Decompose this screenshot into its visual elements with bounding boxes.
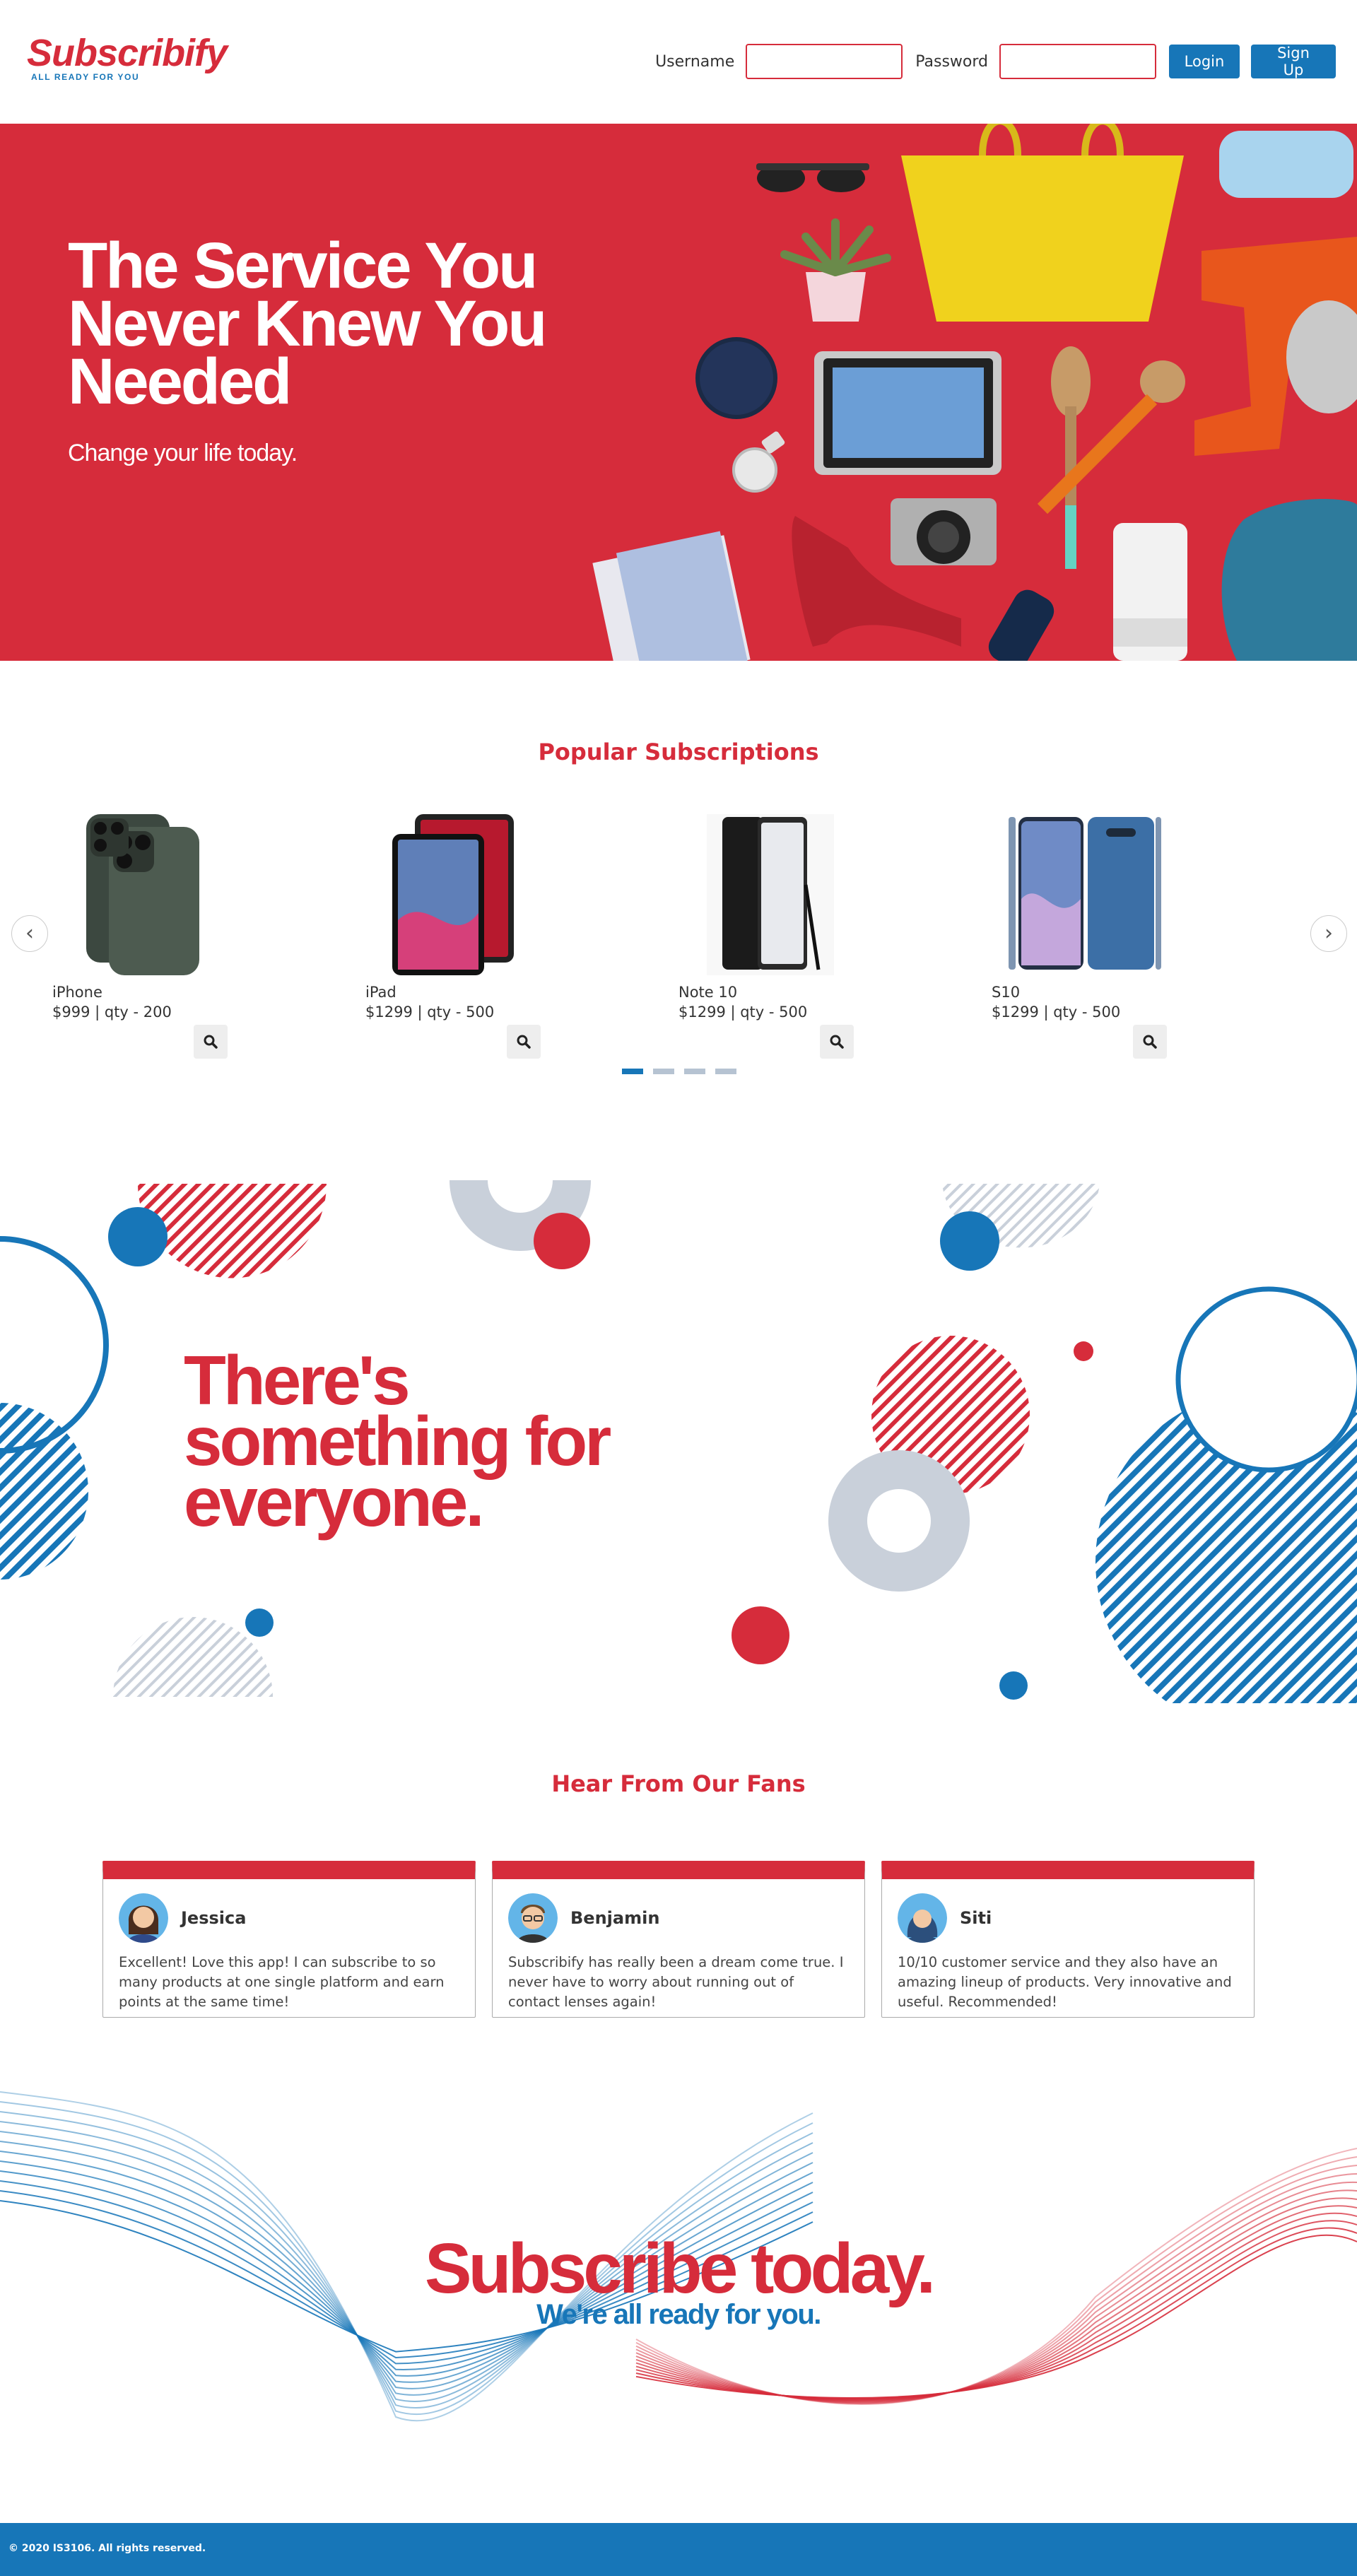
- hero-products-collage: [592, 124, 1357, 661]
- product-card[interactable]: iPhone $999 | qty - 200: [52, 814, 264, 1059]
- subscribe-subtitle: We're all ready for you.: [536, 2299, 821, 2330]
- carousel-indicator[interactable]: [653, 1069, 674, 1074]
- login-button[interactable]: Login: [1169, 45, 1240, 78]
- guitar-image: [1221, 499, 1357, 661]
- tablet-image: [814, 351, 1001, 475]
- site-logo[interactable]: Subscribify ALL READY FOR YOU: [27, 32, 228, 82]
- sunglasses-image: [756, 163, 869, 192]
- password-label: Password: [915, 52, 988, 71]
- product-price-qty: $1299 | qty - 500: [678, 1004, 808, 1021]
- login-form: Username Password Login Sign Up: [655, 44, 1336, 79]
- carousel-prev-button[interactable]: ‹: [11, 915, 48, 952]
- everyone-banner: There's something for everyone.: [0, 1180, 1357, 1703]
- testimonial-card: Jessica Excellent! Love this app! I can …: [102, 1861, 476, 2018]
- product-name: S10: [992, 984, 1021, 1001]
- search-icon: [204, 1035, 218, 1049]
- chevron-right-icon: ›: [1324, 921, 1333, 946]
- handbag-image: [901, 124, 1184, 322]
- product-zoom-button[interactable]: [820, 1025, 854, 1059]
- site-footer: © 2020 IS3106. All rights reserved.: [0, 2523, 1357, 2576]
- product-card[interactable]: Note 10 $1299 | qty - 500: [678, 814, 891, 1059]
- testimonial-text: 10/10 customer service and they also hav…: [898, 1954, 1232, 2010]
- testimonial-card: Siti 10/10 customer service and they als…: [881, 1861, 1255, 2018]
- plant-image: [780, 218, 891, 322]
- search-icon: [517, 1035, 531, 1049]
- watch-image: [732, 431, 785, 493]
- carousel-indicators: [622, 1069, 736, 1074]
- product-card[interactable]: S10 $1299 | qty - 500: [992, 814, 1204, 1059]
- testimonial-card: Benjamin Subscribify has really been a d…: [492, 1861, 865, 2018]
- copyright-text: © 2020 IS3106. All rights reserved.: [8, 2543, 206, 2554]
- ipad-image: [392, 814, 514, 975]
- carousel-next-button[interactable]: ›: [1310, 915, 1347, 952]
- product-name: iPad: [365, 984, 396, 1001]
- chevron-left-icon: ‹: [25, 921, 34, 946]
- camera-image: [891, 498, 997, 565]
- product-zoom-button[interactable]: [194, 1025, 228, 1059]
- search-icon: [1143, 1035, 1157, 1049]
- book-image: [592, 531, 751, 661]
- hero-banner: The Service You Never Knew You Needed Ch…: [0, 124, 1357, 661]
- product-price-qty: $1299 | qty - 500: [365, 1004, 495, 1021]
- avatar-icon: [119, 1893, 168, 1943]
- product-zoom-button[interactable]: [1133, 1025, 1167, 1059]
- galaxy-note-image: [707, 814, 834, 975]
- testimonial-name: Benjamin: [570, 1908, 660, 1928]
- subscribe-title: Subscribe today.: [424, 2229, 936, 2308]
- toaster-image: [1219, 131, 1353, 198]
- carousel-indicator[interactable]: [684, 1069, 705, 1074]
- product-name: iPhone: [52, 984, 102, 1001]
- speaker-image: [1113, 523, 1187, 661]
- testimonial-name: Jessica: [181, 1908, 247, 1928]
- testimonial-header: Benjamin: [508, 1893, 659, 1943]
- testimonial-header: Siti: [898, 1893, 992, 1943]
- popular-title: Popular Subscriptions: [538, 739, 819, 765]
- username-label: Username: [655, 52, 735, 71]
- testimonial-text: Subscribify has really been a dream come…: [508, 1954, 844, 2010]
- carousel-indicator[interactable]: [715, 1069, 736, 1074]
- galaxy-s10-image: [1009, 817, 1161, 970]
- product-carousel: ‹ › iPhone $999 | qty - 200 iPad $1299 |: [0, 806, 1357, 1095]
- everyone-title: There's something for everyone.: [184, 1341, 611, 1541]
- subscribe-banner: Subscribe today. We're all ready for you…: [0, 2085, 1357, 2481]
- signup-button[interactable]: Sign Up: [1251, 45, 1336, 78]
- testimonial-name: Siti: [960, 1908, 992, 1928]
- product-price-qty: $999 | qty - 200: [52, 1004, 172, 1021]
- avatar-icon: [508, 1893, 558, 1943]
- testimonial-text: Excellent! Love this app! I can subscrib…: [119, 1954, 445, 2010]
- iphone-image: [86, 814, 199, 975]
- product-name: Note 10: [678, 984, 738, 1001]
- testimonials: Jessica Excellent! Love this app! I can …: [102, 1861, 1255, 2020]
- shaver-image: [988, 589, 1055, 661]
- logo-wordmark: Subscribify: [27, 32, 228, 74]
- product-price-qty: $1299 | qty - 500: [992, 1004, 1121, 1021]
- fans-title: Hear From Our Fans: [551, 1770, 806, 1797]
- username-input[interactable]: [746, 44, 903, 79]
- search-icon: [830, 1035, 844, 1049]
- stand-mixer-image: [1194, 237, 1357, 456]
- avatar-icon: [898, 1893, 947, 1943]
- password-input[interactable]: [999, 44, 1156, 79]
- site-header: Subscribify ALL READY FOR YOU Username P…: [0, 0, 1357, 124]
- carousel-indicator[interactable]: [622, 1069, 643, 1074]
- product-card[interactable]: iPad $1299 | qty - 500: [365, 814, 577, 1059]
- product-zoom-button[interactable]: [507, 1025, 541, 1059]
- testimonial-header: Jessica: [119, 1893, 246, 1943]
